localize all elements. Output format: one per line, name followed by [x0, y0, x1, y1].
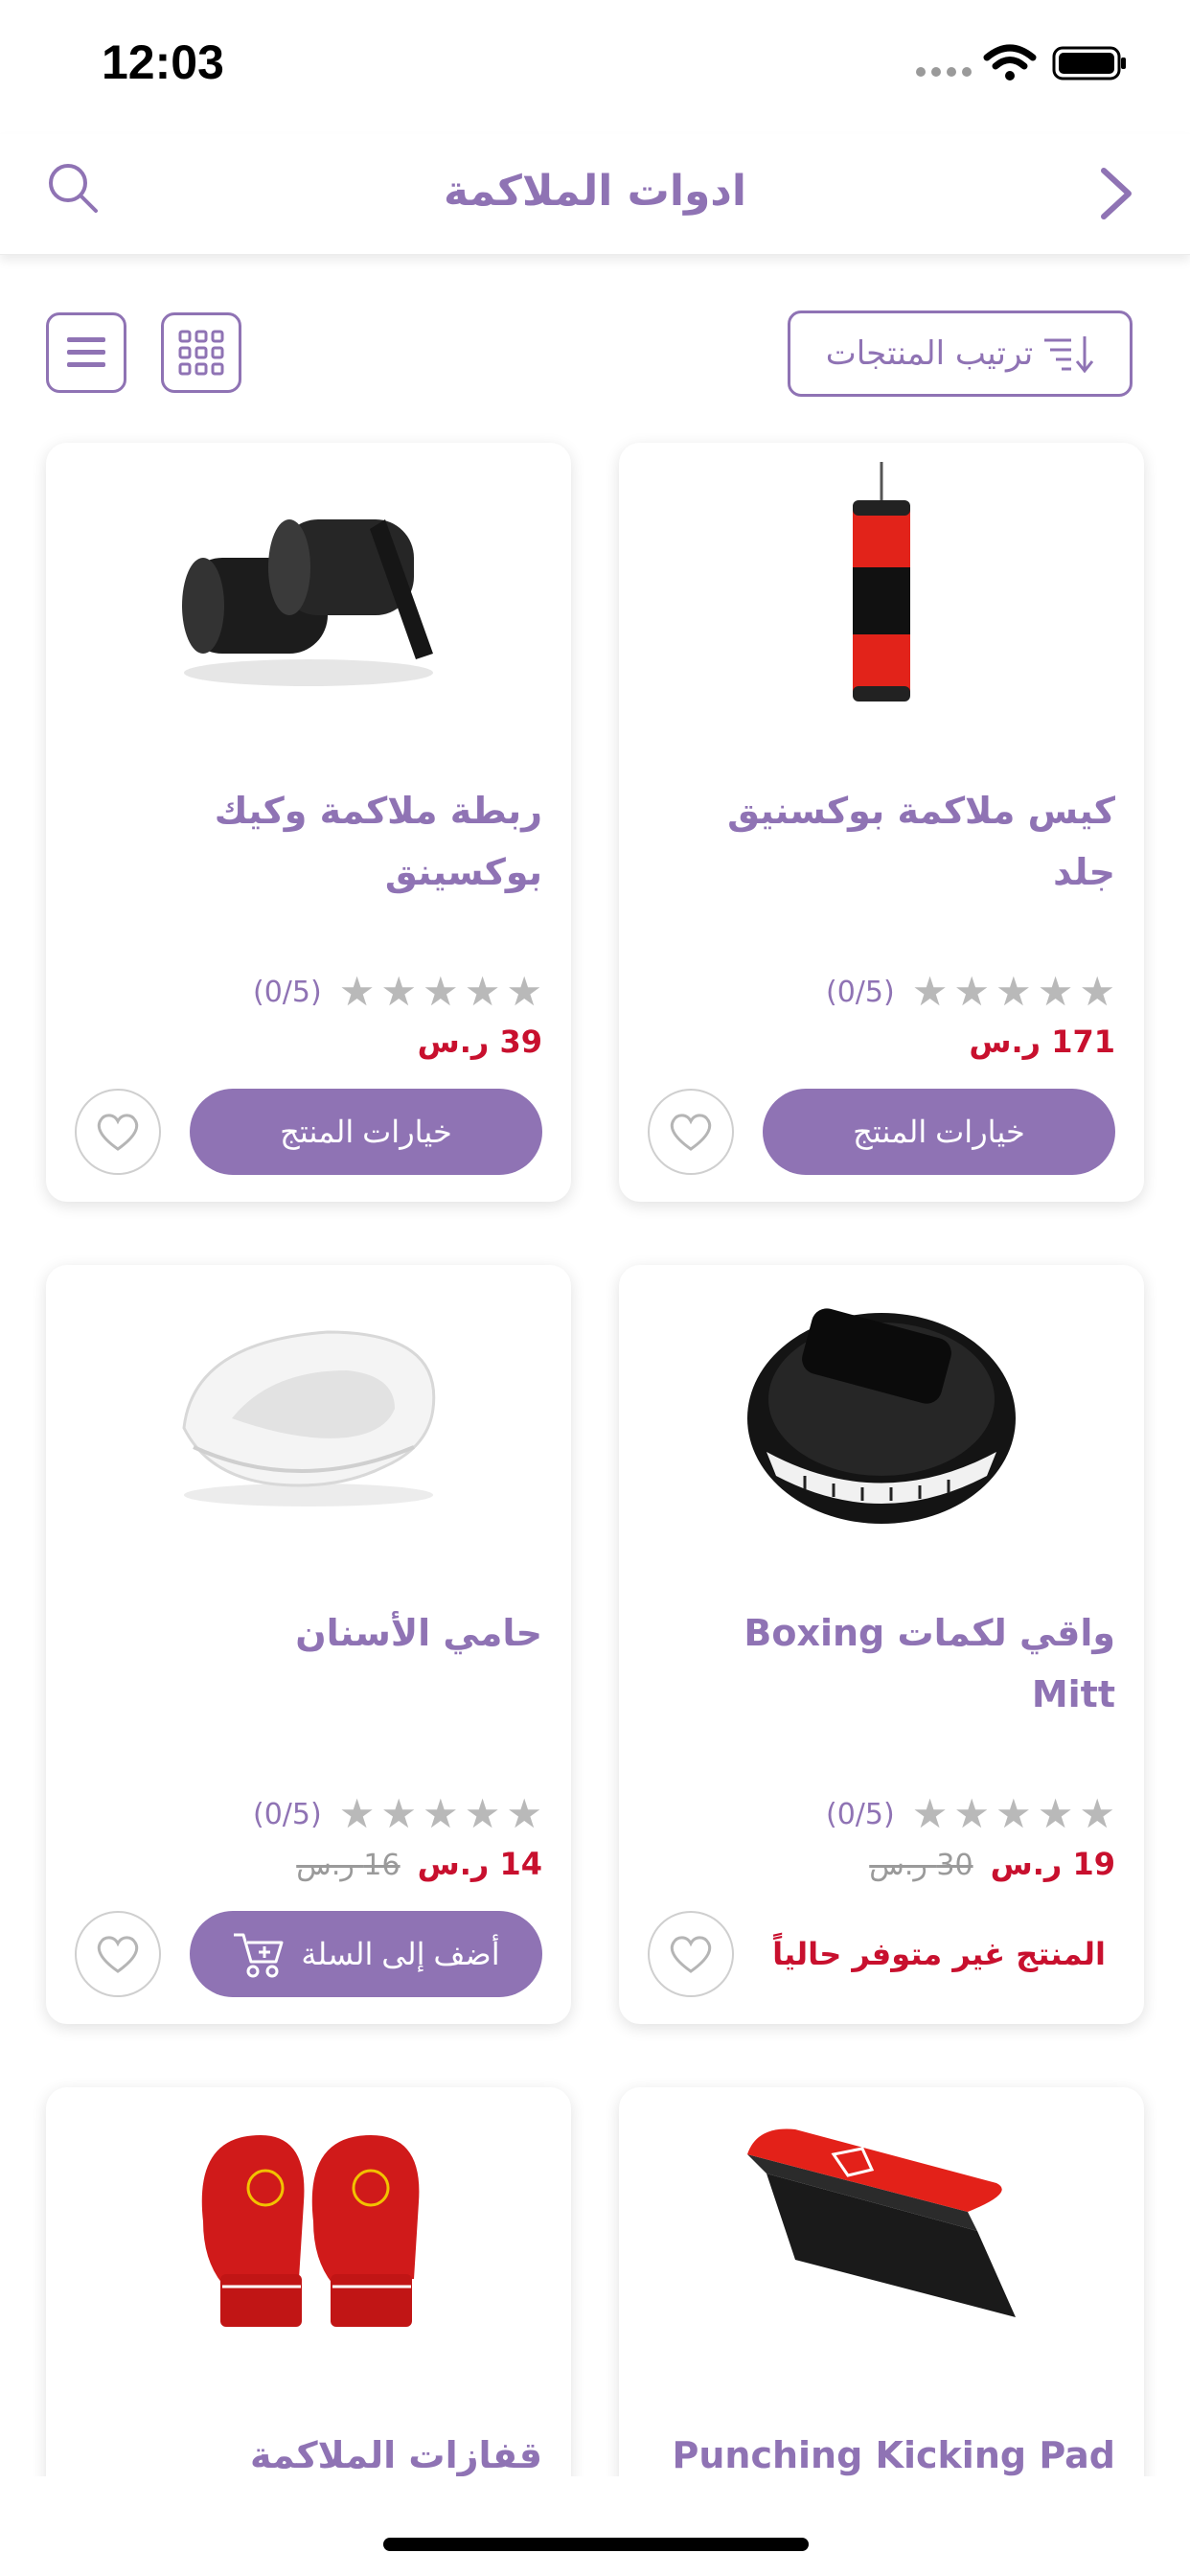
star-icon: ★: [953, 968, 991, 1015]
heart-icon: [97, 1936, 139, 1973]
rating-text: (0/5): [826, 1797, 895, 1831]
heart-icon: [97, 1114, 139, 1151]
boxing-gloves-image[interactable]: [46, 2087, 571, 2375]
sort-button[interactable]: ترتيب المنتجات: [788, 310, 1133, 397]
focus-mitt-image[interactable]: [619, 1265, 1144, 1552]
product-price: 39 ر.س: [418, 1024, 542, 1060]
grid-view-button[interactable]: [161, 312, 241, 393]
product-card[interactable]: كيس ملاكمة بوكسنيق جلد (0/5) ★ ★ ★ ★ ★ 171 ر…: [619, 443, 1144, 1202]
star-icon: ★: [464, 1790, 501, 1837]
rating-text: (0/5): [253, 1797, 322, 1831]
star-icon: ★: [1037, 1790, 1074, 1837]
product-options-button[interactable]: خيارات المنتج: [190, 1089, 542, 1175]
star-icon: ★: [380, 968, 418, 1015]
cart-icon: [234, 1933, 284, 1978]
punching-bag-image[interactable]: [619, 443, 1144, 730]
heart-icon: [670, 1114, 712, 1151]
product-options-button[interactable]: خيارات المنتج: [763, 1089, 1115, 1175]
product-name[interactable]: حامي الأسنان: [82, 1602, 542, 1664]
star-icon: ★: [911, 968, 949, 1015]
star-icon: ★: [380, 1790, 418, 1837]
grid-view-icon: [178, 330, 224, 376]
product-name[interactable]: واقي لكمات Boxing Mitt: [655, 1602, 1115, 1725]
out-of-stock-label: المنتج غير متوفر حالياً: [763, 1911, 1115, 1997]
product-price: 14 ر.س 16 ر.س: [296, 1846, 542, 1882]
sort-icon: [1044, 336, 1094, 374]
star-rating: ★ ★ ★ ★ ★: [339, 972, 542, 1012]
page-title: ادوات الملاكمة: [444, 167, 746, 216]
battery-icon: [1052, 46, 1126, 80]
kick-pad-image[interactable]: [619, 2087, 1144, 2375]
current-price: 39 ر.س: [417, 1024, 542, 1060]
product-options-label: خيارات المنتج: [280, 1115, 452, 1149]
current-price: 19 ر.س: [990, 1846, 1115, 1882]
product-card[interactable]: حامي الأسنان (0/5) ★ ★ ★ ★ ★ 14 ر.س 16 ر.س أ…: [46, 1265, 571, 2024]
star-icon: ★: [995, 1790, 1032, 1837]
product-name[interactable]: كيس ملاكمة بوكسنيق جلد: [655, 780, 1115, 903]
product-rating: (0/5) ★ ★ ★ ★ ★: [253, 972, 542, 1012]
star-icon: ★: [911, 1790, 949, 1837]
list-view-icon: [67, 337, 105, 367]
add-to-cart-label: أضف إلى السلة: [301, 1937, 500, 1971]
star-icon: ★: [423, 1790, 459, 1837]
favorite-button[interactable]: [75, 1089, 161, 1175]
star-rating: ★ ★ ★ ★ ★: [912, 972, 1115, 1012]
nav-bar: ادوات الملاكمة: [0, 134, 1190, 255]
star-icon: ★: [953, 1790, 991, 1837]
product-price: 19 ر.س 30 ر.س: [869, 1846, 1115, 1882]
product-price: 171 ر.س: [969, 1024, 1115, 1060]
wifi-icon: [983, 44, 1037, 80]
star-rating: ★ ★ ★ ★ ★: [339, 1794, 542, 1834]
star-icon: ★: [338, 1790, 376, 1837]
home-indicator: [383, 2538, 809, 2551]
product-rating: (0/5) ★ ★ ★ ★ ★: [826, 1794, 1115, 1834]
mouthguard-image[interactable]: [46, 1265, 571, 1552]
favorite-button[interactable]: [648, 1089, 734, 1175]
rating-text: (0/5): [826, 975, 895, 1009]
bottom-safe-area: [0, 2476, 1190, 2576]
star-icon: ★: [506, 1790, 542, 1837]
list-view-button[interactable]: [46, 312, 126, 393]
product-rating: (0/5) ★ ★ ★ ★ ★: [253, 1794, 542, 1834]
star-rating: ★ ★ ★ ★ ★: [912, 1794, 1115, 1834]
star-icon: ★: [338, 968, 376, 1015]
add-to-cart-button[interactable]: أضف إلى السلة: [190, 1911, 542, 1997]
original-price: 16 ر.س: [296, 1849, 400, 1882]
product-card[interactable]: ربطة ملاكمة وكيك بوكسينق (0/5) ★ ★ ★ ★ ★ 39 …: [46, 443, 571, 1202]
current-price: 14 ر.س: [417, 1846, 542, 1882]
status-bar: 12:03: [0, 0, 1190, 125]
hand-wraps-image[interactable]: [46, 443, 571, 730]
status-time: 12:03: [102, 35, 224, 89]
favorite-button[interactable]: [75, 1911, 161, 1997]
rating-text: (0/5): [253, 975, 322, 1009]
product-options-label: خيارات المنتج: [853, 1115, 1025, 1149]
star-icon: ★: [1079, 1790, 1115, 1837]
product-rating: (0/5) ★ ★ ★ ★ ★: [826, 972, 1115, 1012]
star-icon: ★: [1037, 968, 1074, 1015]
product-name[interactable]: ربطة ملاكمة وكيك بوكسينق: [82, 780, 542, 903]
original-price: 30 ر.س: [869, 1849, 973, 1882]
heart-icon: [670, 1936, 712, 1973]
sort-label: ترتيب المنتجات: [825, 334, 1034, 373]
favorite-button[interactable]: [648, 1911, 734, 1997]
chevron-right-icon[interactable]: [1092, 163, 1140, 224]
signal-icon: [916, 67, 972, 77]
out-of-stock-text: المنتج غير متوفر حالياً: [772, 1936, 1106, 1972]
star-icon: ★: [995, 968, 1032, 1015]
star-icon: ★: [1079, 968, 1115, 1015]
star-icon: ★: [423, 968, 459, 1015]
star-icon: ★: [506, 968, 542, 1015]
product-card[interactable]: واقي لكمات Boxing Mitt (0/5) ★ ★ ★ ★ ★ 19 ر.…: [619, 1265, 1144, 2024]
star-icon: ★: [464, 968, 501, 1015]
current-price: 171 ر.س: [969, 1024, 1115, 1060]
